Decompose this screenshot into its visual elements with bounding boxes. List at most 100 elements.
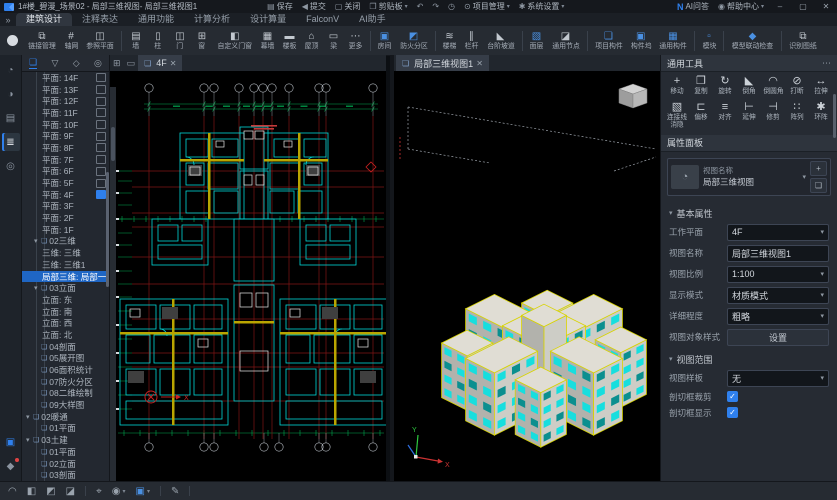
- ribbon-模块[interactable]: ▫模块: [698, 31, 720, 50]
- visibility-toggle[interactable]: [96, 73, 106, 82]
- redo-icon[interactable]: ↷: [432, 2, 439, 11]
- model-canvas[interactable]: Y X: [394, 71, 664, 481]
- ribbon-楼梯[interactable]: ≋楼梯: [439, 31, 461, 50]
- tree-item[interactable]: 三维: 三维1: [22, 259, 109, 271]
- visibility-toggle[interactable]: [96, 179, 106, 188]
- ribbon-模型联动检查[interactable]: ◆模型联动检查: [727, 31, 778, 50]
- tree-item[interactable]: ❏04剖面: [22, 341, 109, 353]
- tool-移动[interactable]: +移动: [665, 75, 689, 96]
- help-center-button[interactable]: ◉帮助中心▾: [718, 1, 764, 12]
- save-button[interactable]: ▤保存: [267, 1, 293, 12]
- category-icon[interactable]: ◇: [73, 58, 80, 69]
- tool-倒圆角[interactable]: ◠倒圆角: [761, 75, 785, 96]
- 视图样板-select[interactable]: 无▾: [727, 370, 829, 387]
- tree-item[interactable]: ❏01平面: [22, 446, 109, 458]
- tree-item[interactable]: 平面: 12F: [22, 95, 109, 107]
- 设置-button[interactable]: 设置: [727, 329, 829, 346]
- tree-item[interactable]: 平面: 8F: [22, 142, 109, 154]
- tree-item[interactable]: 局部三维: 局部一: [22, 271, 109, 283]
- menu-tab-设计算量[interactable]: 设计算量: [240, 13, 296, 26]
- tree-item[interactable]: ❏03剖面: [22, 469, 109, 481]
- basic-props-header[interactable]: ▾ 基本属性: [661, 202, 837, 222]
- ribbon-窗[interactable]: ⊞窗: [191, 31, 213, 50]
- message-icon[interactable]: ▣: [2, 433, 20, 451]
- ribbon-门[interactable]: ◫门: [169, 31, 191, 50]
- close-button[interactable]: ✕: [819, 2, 833, 11]
- tree-item[interactable]: 平面: 6F: [22, 166, 109, 178]
- locate-icon[interactable]: ◎: [94, 58, 102, 69]
- tree-item[interactable]: 平面: 5F: [22, 177, 109, 189]
- tool-偏移[interactable]: ⊏偏移: [689, 101, 713, 129]
- ribbon-通用节点[interactable]: ◪通用节点: [548, 31, 584, 50]
- view-style-material-icon[interactable]: ◪: [66, 486, 75, 497]
- location-icon[interactable]: ◎: [2, 157, 20, 175]
- cloud-sync-icon[interactable]: ◠: [8, 486, 17, 497]
- visibility-toggle[interactable]: [96, 108, 106, 117]
- visibility-toggle[interactable]: [96, 190, 106, 199]
- ai-qa-button[interactable]: NAI问答: [677, 1, 709, 12]
- tree-item[interactable]: 平面: 4F: [22, 189, 109, 201]
- visibility-icon[interactable]: ◉▾: [112, 486, 126, 497]
- ribbon-面层[interactable]: ▧面层: [526, 31, 548, 50]
- view-range-header[interactable]: ▾ 视图范围: [661, 348, 837, 368]
- layout-icon[interactable]: ▭: [127, 58, 136, 69]
- 视图名称-input[interactable]: 局部三维视图1: [727, 245, 829, 262]
- clipboard-button[interactable]: ❐剪贴板▾: [369, 1, 407, 12]
- tool-环阵[interactable]: ✱环阵: [809, 101, 833, 129]
- more-icon[interactable]: ⋯: [822, 58, 831, 69]
- tree-item[interactable]: 平面: 3F: [22, 201, 109, 213]
- menu-tab-AI助手[interactable]: AI助手: [349, 13, 396, 26]
- tree-item[interactable]: 平面: 10F: [22, 119, 109, 131]
- visibility-toggle[interactable]: [96, 97, 106, 106]
- 剖切框裁剪-checkbox[interactable]: ✓: [727, 391, 738, 402]
- tool-连接线消隐[interactable]: ▧连接线消隐: [665, 101, 689, 129]
- tool-修剪[interactable]: ⊣修剪: [761, 101, 785, 129]
- tree-item[interactable]: 平面: 7F: [22, 154, 109, 166]
- ribbon-台阶坡道[interactable]: ◣台阶坡道: [483, 31, 519, 50]
- maximize-button[interactable]: ▢: [796, 2, 810, 11]
- tree-item[interactable]: 平面: 14F: [22, 72, 109, 84]
- tree-item[interactable]: ▾❏03土建: [22, 434, 109, 446]
- tree-item[interactable]: ▾❏02暖通: [22, 411, 109, 423]
- tree-item[interactable]: 平面: 2F: [22, 212, 109, 224]
- tree-item[interactable]: ❏06面积统计: [22, 364, 109, 376]
- system-settings-menu[interactable]: ✱系统设置▾: [519, 1, 565, 12]
- tree-item[interactable]: 平面: 9F: [22, 130, 109, 142]
- filter-icon[interactable]: ▽: [52, 58, 59, 69]
- notification-icon[interactable]: ◆: [2, 457, 20, 475]
- compass-icon[interactable]: ◑: [2, 85, 20, 103]
- view-style-shade-icon[interactable]: ◩: [46, 486, 55, 497]
- visibility-toggle[interactable]: [96, 143, 106, 152]
- visibility-toggle[interactable]: [96, 155, 106, 164]
- ribbon-柱[interactable]: ▯柱: [147, 31, 169, 50]
- add-type-button[interactable]: +: [810, 161, 827, 176]
- assistant-icon[interactable]: [7, 35, 18, 46]
- 剖切框显示-checkbox[interactable]: ✓: [727, 407, 738, 418]
- model-view-icon[interactable]: ◔: [2, 61, 20, 79]
- visibility-toggle[interactable]: [96, 132, 106, 141]
- ribbon-栏杆[interactable]: ∥栏杆: [461, 31, 483, 50]
- undo-icon[interactable]: ↶: [417, 2, 424, 11]
- plan-canvas[interactable]: X: [110, 71, 386, 481]
- tree-item[interactable]: ▾❏02三维: [22, 236, 109, 248]
- project-folder-icon[interactable]: ▤: [2, 109, 20, 127]
- tool-打断[interactable]: ⊘打断: [785, 75, 809, 96]
- view-list-icon[interactable]: ≣: [2, 133, 20, 151]
- tree-item[interactable]: 立面: 东: [22, 294, 109, 306]
- ribbon-参照平面[interactable]: ◫参照平面: [82, 31, 118, 50]
- tab-close-icon[interactable]: ✕: [170, 59, 177, 68]
- ribbon-识别图纸[interactable]: ⧉识别图纸: [785, 31, 821, 50]
- ribbon-更多[interactable]: ⋯更多: [345, 31, 367, 50]
- tool-延伸[interactable]: ⊢延伸: [737, 101, 761, 129]
- menu-tab-建筑设计[interactable]: 建筑设计: [16, 13, 72, 26]
- annotate-icon[interactable]: ✎: [171, 486, 179, 497]
- model-3d-drawing[interactable]: Y X: [394, 71, 664, 481]
- floor-plan-drawing[interactable]: X: [116, 71, 386, 481]
- tree-item[interactable]: 立面: 西: [22, 317, 109, 329]
- tree-item[interactable]: 平面: 11F: [22, 107, 109, 119]
- visibility-toggle[interactable]: [96, 120, 106, 129]
- history-icon[interactable]: ◷: [448, 2, 455, 11]
- ribbon-轴网[interactable]: #轴网: [60, 31, 82, 50]
- tree-item[interactable]: ▾❏03立面: [22, 282, 109, 294]
- ribbon-链接管理[interactable]: ⧉链接管理: [24, 31, 60, 50]
